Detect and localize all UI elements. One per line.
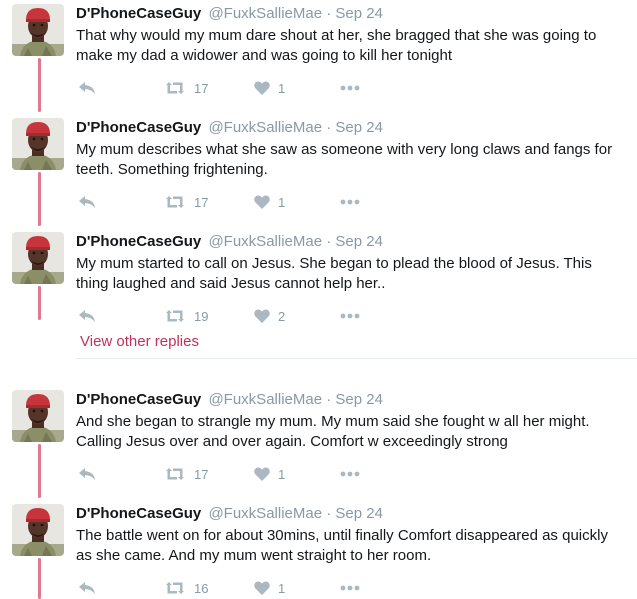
retweet-icon: [164, 309, 186, 323]
separator-dot: ·: [326, 5, 332, 22]
reply-button[interactable]: [78, 578, 96, 598]
tweet-actions: 16 1: [76, 578, 396, 598]
divider: [76, 358, 637, 359]
more-button[interactable]: [340, 578, 360, 598]
tweet-actions: 19 2: [76, 306, 396, 326]
retweet-button[interactable]: 17: [164, 78, 208, 98]
tweet-actions: 17 1: [76, 192, 396, 212]
display-name[interactable]: D'PhoneCaseGuy: [76, 5, 201, 22]
user-handle[interactable]: @FuxkSallieMae: [208, 233, 322, 250]
retweet-icon: [164, 581, 186, 595]
retweet-icon: [164, 195, 186, 209]
retweet-icon: [164, 81, 186, 95]
tweet-header: D'PhoneCaseGuy @FuxkSallieMae · Sep 24: [76, 232, 627, 252]
view-other-replies-link[interactable]: View other replies: [80, 333, 199, 350]
tweet-header: D'PhoneCaseGuy @FuxkSallieMae · Sep 24: [76, 390, 627, 410]
more-button[interactable]: [340, 78, 360, 98]
avatar[interactable]: [12, 390, 64, 442]
like-button[interactable]: 1: [254, 464, 285, 484]
tweet-text: My mum started to call on Jesus. She beg…: [76, 255, 592, 292]
retweet-icon: [164, 467, 186, 481]
retweet-count: 17: [194, 194, 209, 210]
more-icon: [340, 85, 360, 91]
retweet-button[interactable]: 17: [164, 464, 208, 484]
reply-button[interactable]: [78, 192, 96, 212]
like-count: 1: [278, 194, 286, 210]
more-icon: [340, 471, 360, 477]
avatar[interactable]: [12, 4, 64, 56]
like-button[interactable]: 1: [254, 578, 285, 598]
tweet-header: D'PhoneCaseGuy @FuxkSallieMae · Sep 24: [76, 118, 627, 138]
tweet-text: My mum describes what she saw as someone…: [76, 141, 613, 178]
more-icon: [340, 199, 360, 205]
like-button[interactable]: 1: [254, 192, 285, 212]
retweet-button[interactable]: 17: [164, 192, 208, 212]
tweet-actions: 17 1: [76, 78, 396, 98]
retweet-count: 16: [194, 580, 209, 596]
thread-line: [38, 286, 41, 320]
user-handle[interactable]: @FuxkSallieMae: [208, 119, 322, 136]
thread-line: [38, 558, 41, 599]
heart-icon: [254, 467, 270, 481]
user-handle[interactable]: @FuxkSallieMae: [208, 505, 322, 522]
reply-icon: [78, 309, 96, 323]
more-button[interactable]: [340, 306, 360, 326]
more-icon: [340, 585, 360, 591]
like-count: 1: [278, 580, 286, 596]
retweet-count: 19: [194, 308, 209, 324]
retweet-button[interactable]: 16: [164, 578, 208, 598]
heart-icon: [254, 195, 270, 209]
reply-icon: [78, 81, 96, 95]
reply-icon: [78, 195, 96, 209]
reply-icon: [78, 467, 96, 481]
tweet-date[interactable]: Sep 24: [335, 391, 383, 408]
like-count: 1: [278, 80, 286, 96]
like-button[interactable]: 1: [254, 78, 285, 98]
avatar[interactable]: [12, 504, 64, 556]
display-name[interactable]: D'PhoneCaseGuy: [76, 391, 201, 408]
separator-dot: ·: [326, 233, 332, 250]
tweet-date[interactable]: Sep 24: [335, 505, 383, 522]
separator-dot: ·: [326, 119, 332, 136]
avatar[interactable]: [12, 232, 64, 284]
separator-dot: ·: [326, 505, 332, 522]
thread-line: [38, 172, 41, 226]
user-handle[interactable]: @FuxkSallieMae: [208, 5, 322, 22]
tweet-date[interactable]: Sep 24: [335, 119, 383, 136]
like-count: 2: [278, 308, 286, 324]
reply-button[interactable]: [78, 306, 96, 326]
tweet-date[interactable]: Sep 24: [335, 5, 383, 22]
thread-line: [38, 58, 41, 112]
retweet-count: 17: [194, 80, 209, 96]
more-icon: [340, 313, 360, 319]
tweet-text: The battle went on for about 30mins, unt…: [76, 527, 608, 564]
heart-icon: [254, 309, 270, 323]
reply-button[interactable]: [78, 464, 96, 484]
display-name[interactable]: D'PhoneCaseGuy: [76, 233, 201, 250]
heart-icon: [254, 581, 270, 595]
tweet-header: D'PhoneCaseGuy @FuxkSallieMae · Sep 24: [76, 504, 627, 524]
more-button[interactable]: [340, 464, 360, 484]
reply-icon: [78, 581, 96, 595]
tweet-text: And she began to strangle my mum. My mum…: [76, 413, 590, 450]
reply-button[interactable]: [78, 78, 96, 98]
heart-icon: [254, 81, 270, 95]
separator-dot: ·: [326, 391, 332, 408]
tweet-date[interactable]: Sep 24: [335, 233, 383, 250]
more-button[interactable]: [340, 192, 360, 212]
thread-line: [38, 444, 41, 498]
display-name[interactable]: D'PhoneCaseGuy: [76, 119, 201, 136]
like-button[interactable]: 2: [254, 306, 285, 326]
tweet-text: That why would my mum dare shout at her,…: [76, 27, 597, 64]
display-name[interactable]: D'PhoneCaseGuy: [76, 505, 201, 522]
retweet-button[interactable]: 19: [164, 306, 208, 326]
tweet-header: D'PhoneCaseGuy @FuxkSallieMae · Sep 24: [76, 4, 627, 24]
like-count: 1: [278, 466, 286, 482]
retweet-count: 17: [194, 466, 209, 482]
avatar[interactable]: [12, 118, 64, 170]
tweet-actions: 17 1: [76, 464, 396, 484]
user-handle[interactable]: @FuxkSallieMae: [208, 391, 322, 408]
